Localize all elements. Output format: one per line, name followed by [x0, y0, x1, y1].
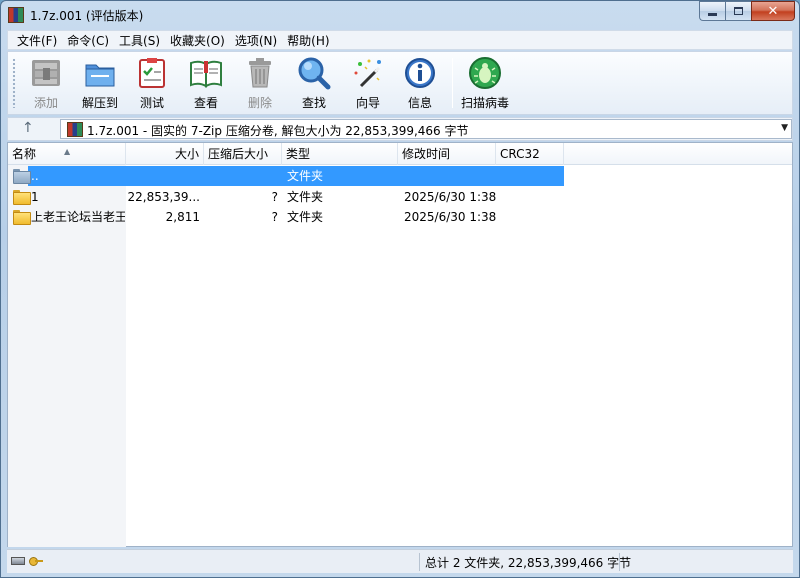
virus-scan-label: 扫描病毒 [460, 96, 509, 110]
view-label: 查看 [193, 96, 218, 110]
magic-wand-icon [351, 56, 385, 90]
cell-crc [500, 207, 562, 227]
cell-modified [404, 166, 496, 186]
close-icon: ✕ [767, 3, 779, 19]
test-label: 测试 [139, 96, 164, 110]
add-button[interactable]: 添加 [20, 56, 72, 110]
close-button[interactable]: ✕ [751, 1, 795, 21]
status-summary: 总计 2 文件夹, 22,853,399,466 字节 [425, 556, 632, 570]
toolbar-grip[interactable] [12, 58, 16, 108]
find-button[interactable]: 查找 [288, 56, 340, 110]
virus-scan-button[interactable]: 扫描病毒 [456, 56, 514, 110]
column-header: 名称 ▲ 大小 压缩后大小 类型 修改时间 CRC32 [8, 143, 792, 165]
table-row[interactable]: 1 22,853,39... ? 文件夹 2025/6/30 1:38 [8, 187, 792, 207]
info-button[interactable]: 信息 [394, 56, 446, 110]
col-modified[interactable]: 修改时间 [398, 143, 496, 165]
folder-icon [13, 190, 31, 205]
col-name[interactable]: 名称 ▲ [8, 143, 126, 165]
chevron-down-icon[interactable]: ▼ [781, 123, 788, 133]
test-checklist-icon [135, 56, 169, 90]
menu-help[interactable]: 帮助(H) [282, 32, 334, 49]
delete-label: 删除 [247, 96, 272, 110]
cell-size: 2,811 [165, 210, 200, 224]
folder-icon [13, 210, 31, 225]
cell-packed: ? [271, 190, 278, 204]
trash-icon [243, 56, 277, 90]
info-label: 信息 [407, 96, 432, 110]
minimize-icon [708, 12, 717, 16]
col-crc[interactable]: CRC32 [496, 143, 564, 165]
add-archive-icon [29, 56, 63, 90]
maximize-icon [734, 7, 743, 15]
winrar-window: 1.7z.001 (评估版本) ✕ 文件(F) 命令(C) 工具(S) 收藏夹(… [0, 0, 800, 578]
cell-type: 文件夹 [287, 169, 324, 183]
col-name-label: 名称 [12, 147, 37, 161]
info-icon [403, 56, 437, 90]
winrar-app-icon[interactable] [8, 7, 24, 23]
extract-folder-icon [83, 56, 117, 90]
minimize-button[interactable] [699, 1, 725, 21]
cell-crc [500, 187, 562, 207]
menu-file[interactable]: 文件(F) [12, 32, 62, 49]
extract-to-button[interactable]: 解压到 [74, 56, 126, 110]
maximize-button[interactable] [725, 1, 751, 21]
cell-type: 文件夹 [287, 190, 324, 204]
col-packed[interactable]: 压缩后大小 [204, 143, 282, 165]
key-icon[interactable] [29, 555, 43, 567]
file-list[interactable]: 名称 ▲ 大小 压缩后大小 类型 修改时间 CRC32 .. 文件夹 1 22,… [7, 142, 793, 547]
view-button[interactable]: 查看 [180, 56, 232, 110]
address-bar: ↑ 1.7z.001 - 固实的 7-Zip 压缩分卷, 解包大小为 22,85… [7, 117, 793, 141]
table-row[interactable]: 上老王论坛当老王 2,811 ? 文件夹 2025/6/30 1:38 [8, 207, 792, 227]
wizard-label: 向导 [355, 96, 380, 110]
toolbar-separator [452, 58, 453, 108]
menu-favorites[interactable]: 收藏夹(O) [165, 32, 230, 49]
menu-options[interactable]: 选项(N) [230, 32, 282, 49]
col-size[interactable]: 大小 [126, 143, 204, 165]
up-arrow-icon[interactable]: ↑ [22, 120, 34, 136]
cell-type: 文件夹 [287, 210, 324, 224]
cell-modified: 2025/6/30 1:38 [404, 190, 496, 204]
table-row-parent[interactable]: .. 文件夹 [8, 166, 792, 186]
window-title: 1.7z.001 (评估版本) [30, 9, 144, 23]
test-button[interactable]: 测试 [126, 56, 178, 110]
magnifier-icon [297, 56, 331, 90]
cell-name: 上老王论坛当老王 [31, 210, 125, 224]
cell-name: 1 [31, 190, 39, 204]
archive-path: 1.7z.001 - 固实的 7-Zip 压缩分卷, 解包大小为 22,853,… [87, 124, 469, 138]
parent-folder-icon [13, 169, 31, 184]
menu-tools[interactable]: 工具(S) [114, 32, 165, 49]
wizard-button[interactable]: 向导 [342, 56, 394, 110]
col-type[interactable]: 类型 [282, 143, 398, 165]
extract-to-label: 解压到 [81, 96, 118, 110]
menu-bar: 文件(F) 命令(C) 工具(S) 收藏夹(O) 选项(N) 帮助(H) [7, 30, 793, 50]
view-book-icon [189, 56, 223, 90]
path-combobox[interactable]: 1.7z.001 - 固实的 7-Zip 压缩分卷, 解包大小为 22,853,… [60, 119, 792, 139]
status-bar: 总计 2 文件夹, 22,853,399,466 字节 [7, 549, 793, 573]
cell-packed: ? [271, 210, 278, 224]
find-label: 查找 [301, 96, 326, 110]
add-label: 添加 [33, 96, 58, 110]
archive-icon [67, 122, 83, 137]
sort-ascending-icon: ▲ [64, 147, 71, 156]
status-divider [419, 553, 420, 571]
cell-size: 22,853,39... [127, 190, 200, 204]
status-divider [619, 553, 620, 571]
cell-modified: 2025/6/30 1:38 [404, 210, 496, 224]
menu-commands[interactable]: 命令(C) [62, 32, 114, 49]
toolbar: 添加 解压到 测试 查看 删除 查找 向导 信息 扫描病毒 [7, 51, 793, 115]
cell-crc [500, 166, 562, 186]
cell-name: .. [31, 169, 39, 183]
window-controls: ✕ [699, 1, 795, 21]
status-icons [11, 555, 43, 567]
bug-scan-icon [468, 56, 502, 90]
cell-packed [204, 166, 278, 186]
delete-button[interactable]: 删除 [234, 56, 286, 110]
drive-icon[interactable] [11, 557, 25, 565]
title-bar[interactable]: 1.7z.001 (评估版本) ✕ [1, 1, 799, 29]
cell-size [126, 166, 200, 186]
